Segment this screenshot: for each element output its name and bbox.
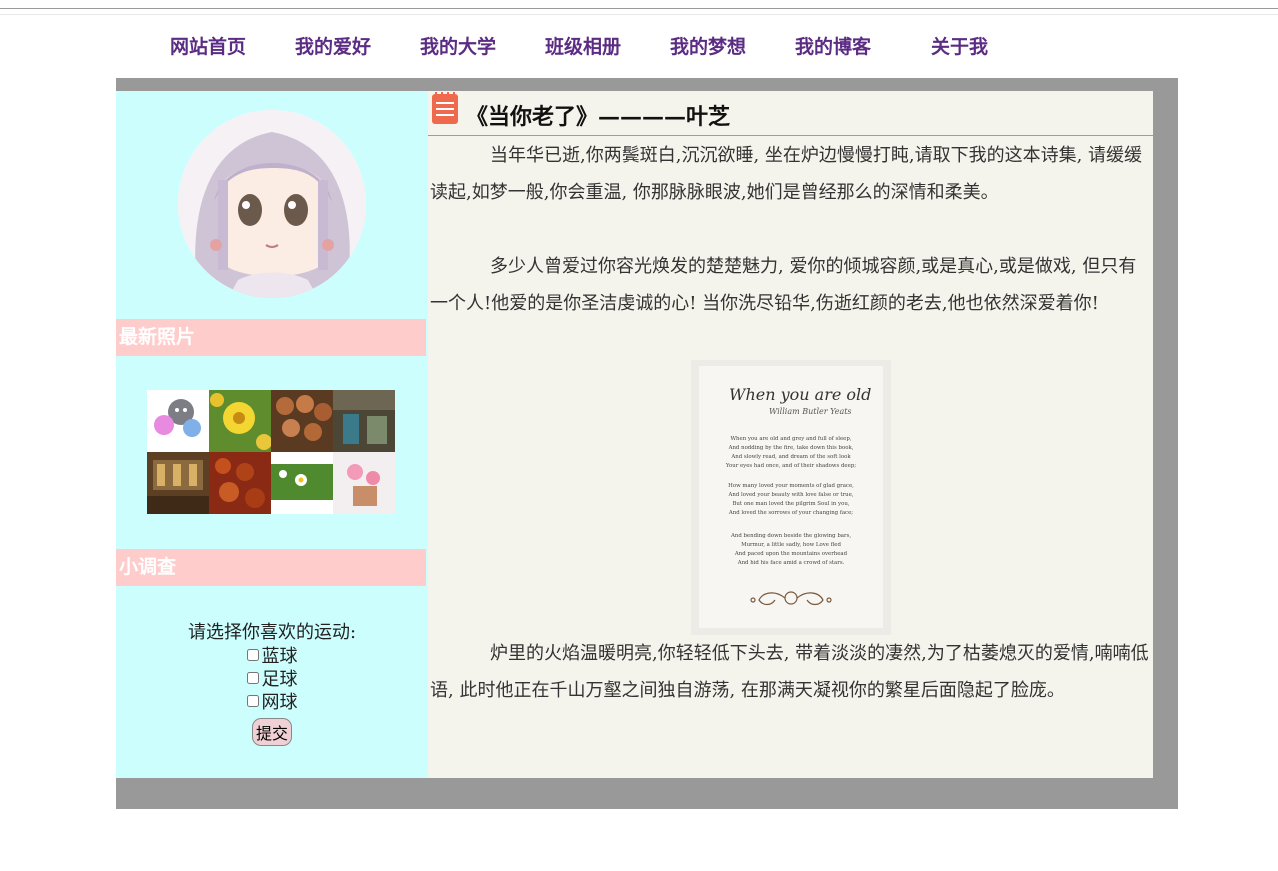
poem-image-author: William Butler Yeats [769, 407, 852, 416]
nav-item-dream[interactable]: 我的梦想 [670, 32, 746, 59]
poem-line: How many loved your moments of glad grac… [728, 483, 854, 489]
article-paragraph: 炉里的火焰温暖明亮,你轻轻低下头去, 带着淡淡的凄然,为了枯萎熄灭的爱情,喃喃低… [430, 643, 1149, 701]
poem-line: And slowly read, and dream of the soft l… [730, 454, 851, 460]
browser-top-border [0, 8, 1278, 9]
article-paragraph: 当年华已逝,你两鬓斑白,沉沉欲睡, 坐在炉边慢慢打盹,请取下我的这本诗集, 请缓… [430, 145, 1143, 203]
survey-heading: 小调查 [116, 549, 426, 586]
poem-line: And paced upon the mountains overhead [734, 551, 848, 557]
nav-item-blog[interactable]: 我的博客 [795, 32, 871, 59]
article-paragraph: 多少人曾爱过你容光焕发的楚楚魅力, 爱你的倾城容颜,或是真心,或是做戏, 但只有… [430, 256, 1137, 314]
nav-item-about[interactable]: 关于我 [931, 32, 988, 59]
latest-photos-heading: 最新照片 [116, 319, 426, 356]
survey-option-label: 网球 [261, 692, 298, 713]
football-checkbox[interactable] [246, 672, 259, 684]
article: 《当你老了》————叶芝 当年华已逝,你两鬓斑白,沉沉欲睡, 坐在炉边慢慢打盹,… [428, 91, 1153, 778]
avatar-illustration [178, 110, 366, 298]
photo-thumbnail[interactable] [209, 452, 271, 514]
basketball-checkbox[interactable] [246, 649, 259, 661]
photo-thumbnail[interactable] [333, 390, 395, 452]
photo-thumbnail[interactable] [147, 452, 209, 514]
notepad-icon [432, 92, 458, 124]
article-title: 《当你老了》————叶芝 [466, 104, 731, 130]
survey-option: 足球 [116, 668, 428, 691]
poem-line: And loved your beauty with love false or… [727, 492, 853, 498]
survey-question: 请选择你喜欢的运动: [187, 622, 357, 643]
poem-line: And loved the sorrows of your changing f… [728, 510, 853, 516]
sports-survey-form: 请选择你喜欢的运动: 蓝球 足球 网球 提交 [116, 621, 428, 746]
photo-grid [147, 390, 397, 516]
survey-option: 蓝球 [116, 645, 428, 668]
poem-line: Murmur, a little sadly, how Love fled [741, 542, 841, 548]
poem-line: And hid his face amid a crowd of stars. [737, 560, 845, 566]
photo-thumbnail[interactable] [271, 452, 333, 514]
avatar [178, 110, 366, 298]
nav-item-hobbies[interactable]: 我的爱好 [295, 32, 371, 59]
survey-option: 网球 [116, 691, 428, 714]
photo-thumbnail[interactable] [271, 390, 333, 452]
photo-thumbnail[interactable] [147, 390, 209, 452]
nav-item-home[interactable]: 网站首页 [170, 32, 246, 59]
browser-top-border-light [0, 14, 1278, 15]
title-divider [428, 135, 1153, 136]
survey-option-label: 足球 [261, 669, 298, 690]
tennis-checkbox[interactable] [246, 695, 259, 707]
poem-line: When you are old and grey and full of sl… [731, 436, 852, 442]
sidebar: 最新照片 小调查 请选择你喜欢的运动: 蓝球 足球 网球 提交 [116, 91, 428, 778]
poem-line: Your eyes had once, and of their shadows… [725, 463, 856, 469]
poem-line: And bending down beside the glowing bars… [730, 533, 851, 539]
nav-item-university[interactable]: 我的大学 [420, 32, 496, 59]
photo-thumbnail[interactable] [333, 452, 395, 514]
survey-option-label: 蓝球 [261, 646, 298, 667]
poem-image-title: When you are old [729, 385, 871, 404]
submit-button[interactable]: 提交 [251, 718, 292, 746]
poem-line: But one man loved the pilgrim Soul in yo… [732, 501, 849, 507]
poem-line: And nodding by the fire, take down this … [728, 445, 854, 451]
poem-image: When you are old William Butler Yeats Wh… [691, 360, 891, 635]
photo-thumbnail[interactable] [209, 390, 271, 452]
nav-item-class-album[interactable]: 班级相册 [545, 32, 621, 59]
main-nav: 网站首页 我的爱好 我的大学 班级相册 我的梦想 我的博客 关于我 [0, 32, 1278, 60]
